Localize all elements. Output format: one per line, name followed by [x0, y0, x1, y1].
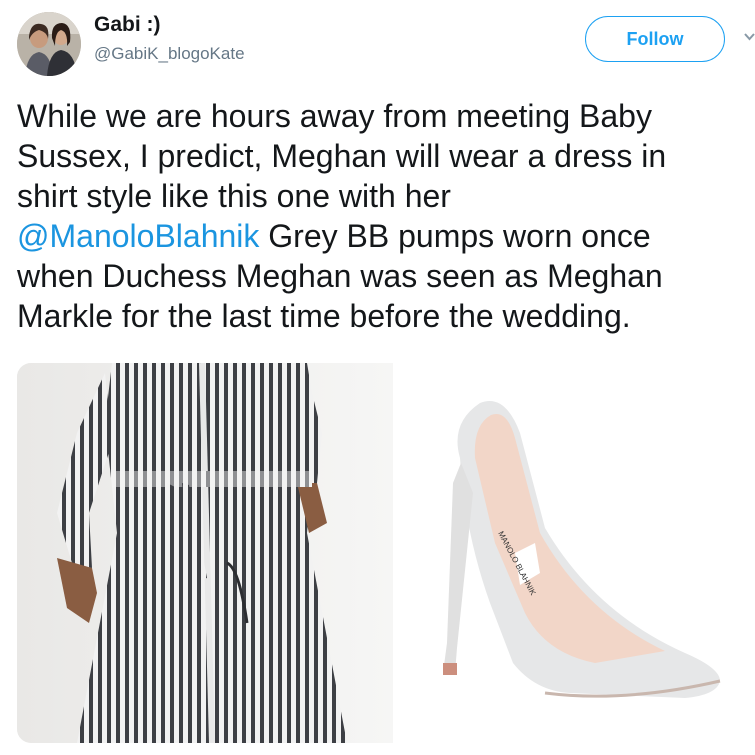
tweet-text: While we are hours away from meeting Bab…: [17, 96, 753, 336]
tweet-line: @ManoloBlahnik Grey BB pumps worn once: [17, 216, 753, 256]
tweet-line-text: shirt style like this one with her: [17, 178, 451, 214]
tweet-line: While we are hours away from meeting Bab…: [17, 96, 753, 136]
mention-link[interactable]: @ManoloBlahnik: [17, 218, 259, 254]
tweet-header: Gabi :) @GabiK_blogoKate Follow: [0, 0, 755, 80]
dress-image: [17, 363, 393, 743]
tweet-media[interactable]: MANOLO BLAHNIK: [17, 363, 755, 743]
tweet-line: when Duchess Meghan was seen as Meghan: [17, 256, 753, 296]
tweet-line-text: Grey BB pumps worn once: [259, 218, 651, 254]
grey-pump-photo[interactable]: MANOLO BLAHNIK: [395, 363, 755, 743]
striped-dress-photo[interactable]: [17, 363, 393, 743]
shoe-image: MANOLO BLAHNIK: [395, 363, 755, 743]
tweet-line: Markle for the last time before the wedd…: [17, 296, 753, 336]
tweet-line-text: Sussex, I predict, Meghan will wear a dr…: [17, 138, 667, 174]
avatar[interactable]: [17, 12, 81, 76]
tweet-line-text: Markle for the last time before the wedd…: [17, 298, 631, 334]
avatar-photo: [17, 12, 81, 76]
user-handle[interactable]: @GabiK_blogoKate: [94, 44, 245, 64]
chevron-down-icon[interactable]: [744, 30, 755, 44]
follow-button[interactable]: Follow: [585, 16, 725, 62]
tweet-line: shirt style like this one with her: [17, 176, 753, 216]
tweet-line-text: While we are hours away from meeting Bab…: [17, 98, 652, 134]
tweet-line: Sussex, I predict, Meghan will wear a dr…: [17, 136, 753, 176]
display-name[interactable]: Gabi :): [94, 13, 161, 37]
tweet-line-text: when Duchess Meghan was seen as Meghan: [17, 258, 663, 294]
